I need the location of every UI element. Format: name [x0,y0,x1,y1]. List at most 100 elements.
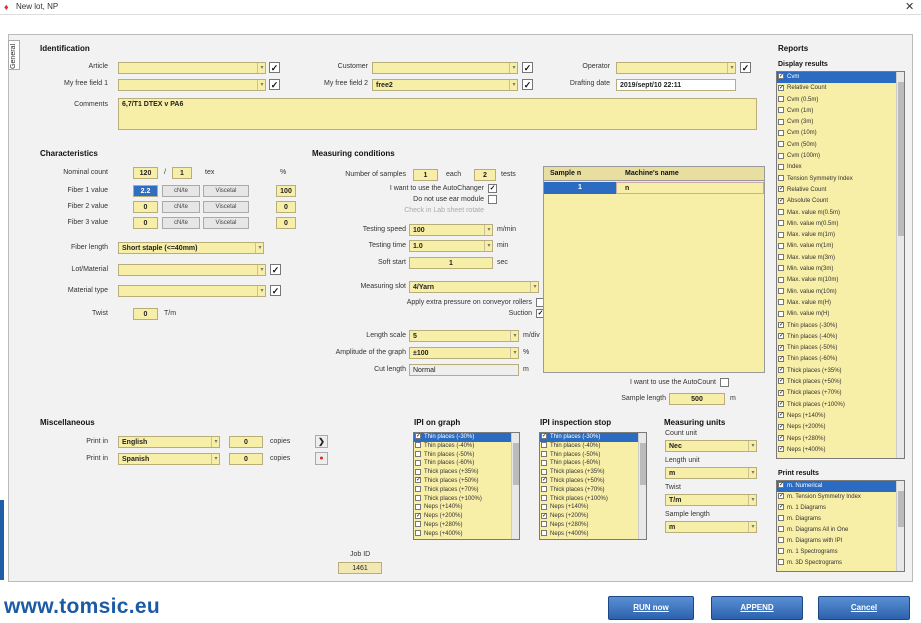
fiber1-input[interactable]: 2.2 [133,185,158,197]
comments-field[interactable]: 6,7/T1 DTEX v PA6 [118,98,757,130]
fiber1-pct[interactable]: 100 [276,185,296,197]
sample-table[interactable] [543,166,765,373]
checkbox[interactable]: ✓ [415,477,421,484]
list-item[interactable]: ✓ Thick places (+50%) [777,377,904,388]
checkbox[interactable] [541,495,547,501]
tests-input[interactable]: 2 [474,169,496,181]
checkbox[interactable] [778,548,784,555]
checkbox[interactable] [778,254,784,261]
checkbox[interactable] [541,459,547,466]
chevron-down-icon[interactable]: ▾ [211,454,220,464]
print-results-list[interactable]: ✓ m. Numerical ✓ m. Tension Symmetry Index ✓… [776,480,905,572]
chevron-down-icon[interactable]: ▾ [530,282,539,292]
list-item[interactable]: ✓ Thin places (-30%) [414,433,519,442]
display-results-list[interactable]: ✓ Cvm ✓ Relative Count Cvm (0.5m) Cvm (1m) Cvm… [776,71,905,459]
length-unit-select[interactable]: m [665,467,757,479]
scrollbar[interactable] [896,72,904,458]
list-item[interactable]: ✓ m. 1 Diagrams [777,503,904,514]
ipi-stop-list[interactable]: ✓ Thin places (-30%) Thin places (-40%) Thi… [539,432,647,540]
checkbox[interactable]: ✓ [541,433,547,440]
checkbox[interactable] [778,537,784,544]
list-item[interactable]: Tension Symmetry Index [777,174,904,185]
list-item[interactable]: ✓ Neps (+140%) [777,411,904,422]
checkbox[interactable]: ✓ [415,433,421,440]
chevron-down-icon[interactable]: ▾ [257,80,266,90]
checkbox[interactable] [778,118,784,125]
checkbox[interactable]: ✓ [778,321,784,328]
sample-length-input[interactable]: 500 [669,393,725,405]
checkbox[interactable]: ✓ [415,512,421,519]
checkbox[interactable] [415,521,421,528]
chevron-down-icon[interactable]: ▾ [510,348,519,358]
fiber2-input[interactable]: 0 [133,201,158,213]
checkbox[interactable] [778,310,784,317]
list-item[interactable]: Max. value m(10m) [777,275,904,286]
autocount-checkbox[interactable] [720,378,729,387]
free1-check[interactable]: ✓ [269,79,280,90]
list-item[interactable]: ✓ Relative Count [777,83,904,94]
list-item[interactable]: Thin places (-50%) [540,451,646,460]
nominal-ply-input[interactable]: 1 [172,167,192,179]
chevron-down-icon[interactable]: ▾ [748,468,757,478]
copies-stepper-2[interactable]: 0 [229,453,263,465]
tab-general[interactable]: General [8,40,20,70]
list-item[interactable]: Min. value m(0.5m) [777,219,904,230]
print-language-2[interactable]: Spanish [118,453,220,465]
list-item[interactable]: ✓ m. Tension Symmetry Index [777,492,904,503]
checkbox[interactable]: ✓ [778,434,784,441]
copies-stepper-1[interactable]: 0 [229,436,263,448]
list-item[interactable]: Max. value m(1m) [777,230,904,241]
checkbox[interactable] [778,242,784,249]
checkbox[interactable]: ✓ [778,389,784,396]
article-select[interactable] [118,62,266,74]
nominal-count-input[interactable]: 120 [133,167,158,179]
list-item[interactable]: Neps (+280%) [414,521,519,530]
list-item[interactable]: Thick places (+35%) [414,468,519,477]
scrollbar-thumb[interactable] [513,443,519,486]
twist-input[interactable]: 0 [133,308,158,320]
scrollbar-thumb[interactable] [640,443,646,486]
checkbox[interactable] [778,515,784,522]
list-item[interactable]: ✓ Cvm [777,72,904,84]
chevron-down-icon[interactable]: ▾ [510,331,519,341]
checkbox[interactable]: ✓ [778,367,784,374]
speed-select[interactable]: 100 [409,224,493,236]
list-item[interactable]: Neps (+280%) [540,521,646,530]
checkbox[interactable] [415,442,421,449]
record-icon[interactable]: ● [315,452,328,465]
scrollbar[interactable] [511,433,519,539]
chevron-down-icon[interactable]: ▾ [484,225,493,235]
scrollbar[interactable] [896,481,904,571]
operator-select[interactable] [616,62,736,74]
checkbox[interactable]: ✓ [778,73,784,80]
checkbox[interactable] [778,129,784,136]
checkbox[interactable] [415,503,421,510]
list-item[interactable]: Thick places (+100%) [414,495,519,504]
scrollbar-thumb[interactable] [898,491,904,527]
fiber1-material-button[interactable]: Viscetal [203,185,249,197]
checkbox[interactable] [541,468,547,475]
checkbox[interactable] [415,495,421,501]
checkbox[interactable] [541,486,547,493]
list-item[interactable]: Cvm (100m) [777,151,904,162]
list-item[interactable]: Max. value m(H) [777,298,904,309]
checkbox[interactable]: ✓ [778,401,784,408]
slot-select[interactable]: 4/Yarn [409,281,539,293]
date-picker[interactable]: 2019/sept/10 22:11 [616,79,736,91]
lot-select[interactable] [118,264,266,276]
list-item[interactable]: ✓ Thick places (+35%) [777,366,904,377]
chevron-down-icon[interactable]: ▾ [509,80,518,90]
cancel-button[interactable]: Cancel [818,596,910,620]
samples-input[interactable]: 1 [413,169,438,181]
list-item[interactable]: m. Diagrams [777,514,904,525]
checkbox[interactable] [415,451,421,458]
list-item[interactable]: m. 3D Spectrograms [777,558,904,569]
checkbox[interactable]: ✓ [778,186,784,193]
checkbox[interactable] [415,459,421,466]
list-item[interactable]: Neps (+400%) [540,530,646,539]
mattype-check[interactable]: ✓ [270,285,281,296]
checkbox[interactable]: ✓ [778,197,784,204]
amplitude-select[interactable]: ±100 [409,347,519,359]
operator-check[interactable]: ✓ [740,62,751,73]
checkbox[interactable] [541,451,547,458]
